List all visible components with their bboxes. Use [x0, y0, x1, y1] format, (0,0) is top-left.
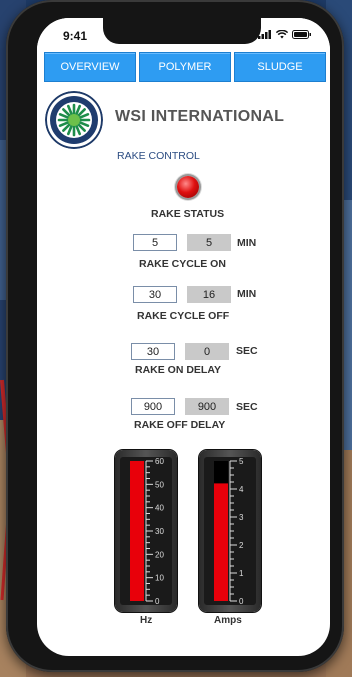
amps-gauge-label: Amps [214, 615, 242, 626]
phone-notch [103, 18, 261, 44]
rake-status-indicator [177, 176, 199, 198]
rake-on-delay-unit: SEC [236, 345, 258, 357]
rake-on-delay-actual: 0 [185, 343, 229, 360]
rake-on-delay-label: RAKE ON DELAY [135, 364, 221, 376]
rake-cycle-off-actual: 16 [187, 286, 231, 303]
wsi-logo [45, 91, 103, 149]
gauge-tick-label: 1 [239, 569, 244, 578]
rake-cycle-on-setpoint[interactable]: 5 [133, 234, 177, 251]
gauge-tick-label: 5 [239, 457, 244, 466]
rake-cycle-off-label: RAKE CYCLE OFF [137, 310, 230, 322]
gauge-fill [130, 461, 144, 601]
rake-off-delay-label: RAKE OFF DELAY [134, 419, 226, 431]
rake-cycle-on-actual: 5 [187, 234, 231, 251]
rake-status-label: RAKE STATUS [151, 208, 225, 220]
rake-cycle-on-label: RAKE CYCLE ON [139, 258, 226, 270]
amps-gauge: 0 1 2 3 4 5 [199, 450, 261, 612]
gauge-tick-label: 2 [239, 541, 244, 550]
wifi-icon [276, 30, 288, 39]
rake-off-delay-actual: 900 [185, 398, 229, 415]
gauge-tick-label: 0 [239, 597, 244, 605]
tab-sludge[interactable]: SLUDGE [234, 52, 326, 82]
rake-on-delay-setpoint[interactable]: 30 [131, 343, 175, 360]
phone-frame: 9:41 OVERVIEW POLYMER SLUDGE WSI INTERNA… [6, 0, 344, 672]
gauge-tick-label: 0 [155, 597, 160, 605]
gauge-tick-label: 30 [155, 527, 164, 536]
status-time: 9:41 [63, 29, 88, 43]
hz-gauge-scale: 0 10 20 30 40 50 60 [130, 457, 164, 606]
rake-cycle-off-unit: MIN [237, 288, 257, 300]
hz-gauge: 0 10 20 30 40 50 60 [115, 450, 177, 612]
gauge-tick-label: 3 [239, 513, 244, 522]
gauge-tick-label: 50 [155, 480, 164, 489]
hz-gauge-face: 0 10 20 30 40 50 60 [120, 457, 172, 606]
section-title: RAKE CONTROL [117, 150, 200, 162]
gauge-tick-label: 10 [155, 574, 164, 583]
app-screen: 9:41 OVERVIEW POLYMER SLUDGE WSI INTERNA… [37, 18, 330, 656]
company-name: WSI INTERNATIONAL [115, 108, 285, 125]
rake-off-delay-unit: SEC [236, 401, 258, 413]
rake-cycle-on-unit: MIN [237, 237, 257, 249]
rake-cycle-off-setpoint[interactable]: 30 [133, 286, 177, 303]
gauge-fill [214, 483, 228, 601]
battery-icon [292, 30, 311, 39]
tab-overview[interactable]: OVERVIEW [44, 52, 136, 82]
status-icons [258, 30, 312, 39]
tab-polymer[interactable]: POLYMER [139, 52, 231, 82]
gauge-tick-label: 60 [155, 457, 164, 466]
status-bar: 9:41 [37, 18, 330, 52]
signal-icon [258, 30, 271, 39]
hz-gauge-label: Hz [140, 615, 153, 626]
amps-gauge-scale: 0 1 2 3 4 5 [214, 457, 244, 606]
gauge-tick-label: 40 [155, 504, 164, 513]
gauge-tick-label: 4 [239, 485, 244, 494]
amps-gauge-face: 0 1 2 3 4 5 [204, 457, 256, 606]
tab-bar: OVERVIEW POLYMER SLUDGE [44, 52, 326, 82]
gauge-tick-label: 20 [155, 550, 164, 559]
rake-off-delay-setpoint[interactable]: 900 [131, 398, 175, 415]
